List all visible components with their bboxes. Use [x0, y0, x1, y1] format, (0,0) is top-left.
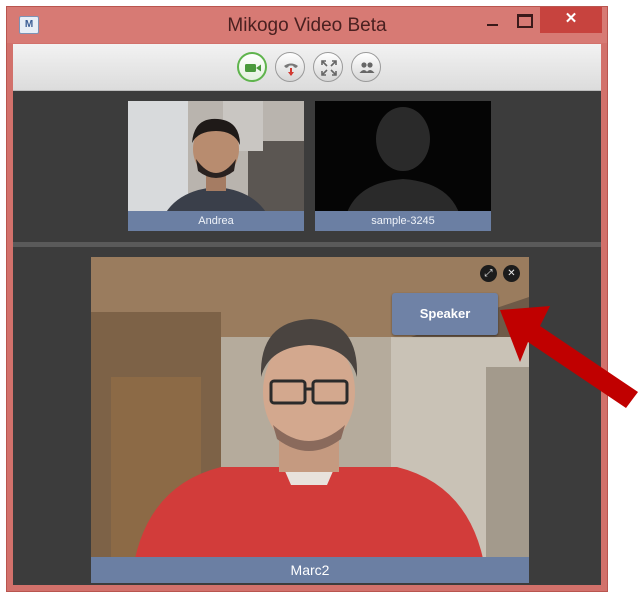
participants-icon [359, 62, 375, 73]
maximize-button[interactable] [510, 7, 540, 35]
speaker-button[interactable]: Speaker [392, 293, 498, 335]
hang-up-button[interactable] [275, 52, 305, 82]
participant-name-label: Andrea [128, 211, 304, 231]
toolbar [13, 44, 601, 91]
maximize-icon [517, 14, 533, 28]
fullscreen-button[interactable] [313, 52, 343, 82]
toggle-camera-button[interactable] [237, 52, 267, 82]
minimize-button[interactable] [477, 7, 507, 35]
main-speaker-video[interactable]: ⤢ ✕ Speaker Marc2 [91, 257, 529, 583]
video-camera-icon [245, 64, 261, 72]
mikogo-video-window: M Mikogo Video Beta ✕ Andrea sample-3245… [6, 6, 608, 592]
participant-thumbnail[interactable]: sample-3245 [315, 101, 491, 231]
title-bar[interactable]: M Mikogo Video Beta ✕ [7, 7, 607, 43]
close-window-button[interactable]: ✕ [540, 7, 602, 33]
expand-video-button[interactable]: ⤢ [480, 265, 497, 282]
participant-thumbnail[interactable]: Andrea [128, 101, 304, 231]
annotation-arrow-icon [500, 306, 638, 408]
close-video-button[interactable]: ✕ [503, 265, 520, 282]
fullscreen-icon [321, 60, 337, 76]
participant-name-label: sample-3245 [315, 211, 491, 231]
hang-up-icon [284, 63, 298, 76]
divider[interactable] [13, 242, 601, 247]
minimize-icon [486, 24, 498, 26]
speaker-name-label: Marc2 [91, 557, 529, 583]
participants-button[interactable] [351, 52, 381, 82]
